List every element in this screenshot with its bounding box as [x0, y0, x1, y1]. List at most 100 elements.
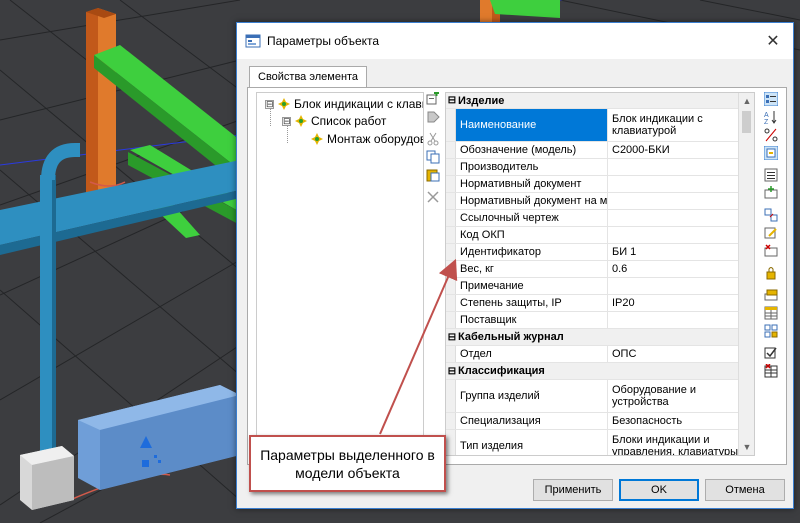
category-classification[interactable]: ⊟ Классификация — [446, 363, 740, 380]
property-pages-icon[interactable] — [764, 146, 778, 160]
scroll-up-icon[interactable]: ▲ — [739, 93, 754, 109]
close-icon: ✕ — [766, 33, 780, 50]
category-product[interactable]: ⊟ Изделие — [446, 93, 740, 109]
tree-item-device[interactable]: ⊟ Блок индикации с клавиатурой — [265, 95, 423, 113]
property-value[interactable]: ОПС — [608, 346, 740, 362]
element-tree[interactable]: ⊟ Блок индикации с клавиатурой ⊟ Список … — [256, 92, 424, 456]
property-name: Степень защиты, IP — [456, 295, 608, 311]
property-value[interactable]: БИ 1 — [608, 244, 740, 260]
property-name: Вес, кг — [456, 261, 608, 277]
property-value[interactable] — [608, 210, 740, 226]
property-name: Обозначение (модель) — [456, 142, 608, 158]
category-cable-journal[interactable]: ⊟ Кабельный журнал — [446, 329, 740, 346]
property-value[interactable] — [608, 312, 740, 328]
tab-element-properties[interactable]: Свойства элемента — [249, 66, 368, 88]
property-row[interactable]: Вес, кг 0.6 — [446, 261, 740, 278]
property-value[interactable] — [608, 159, 740, 175]
percent-icon[interactable] — [764, 128, 778, 142]
property-row[interactable]: Код ОКП — [446, 227, 740, 244]
tree-item-work-list[interactable]: ⊟ Список работ — [282, 112, 386, 130]
grid-view-icon[interactable] — [764, 324, 778, 338]
property-toolbar: AZ — [761, 92, 781, 456]
list-icon[interactable] — [764, 168, 778, 182]
property-row[interactable]: Отдел ОПС — [446, 346, 740, 363]
cancel-button[interactable]: Отмена — [705, 479, 785, 501]
property-name: Тип изделия — [456, 430, 608, 455]
property-value[interactable] — [608, 227, 740, 243]
property-row[interactable]: Идентификатор БИ 1 — [446, 244, 740, 261]
property-row[interactable]: Специализация Безопасность — [446, 413, 740, 430]
tree-toolbar — [424, 92, 442, 456]
property-value[interactable]: С2000-БКИ — [608, 142, 740, 158]
tree-item-installation[interactable]: Монтаж оборудования — [311, 130, 423, 148]
callout-box: Параметры выделенного в модели объекта — [249, 435, 446, 492]
property-row[interactable]: Степень защиты, IP IP20 — [446, 295, 740, 312]
property-name: Примечание — [456, 278, 608, 294]
property-row[interactable]: Наименование Блок индикации с клавиатуро… — [446, 109, 740, 142]
add-row-icon[interactable] — [764, 186, 778, 200]
property-grid[interactable]: ⊟ Изделие Наименование Блок индикации с … — [445, 92, 755, 456]
collapse-icon[interactable]: ⊟ — [446, 366, 458, 377]
ok-button[interactable]: OK — [619, 479, 699, 501]
property-value[interactable] — [608, 193, 740, 209]
svg-text:Z: Z — [764, 119, 769, 124]
property-row[interactable]: Ссылочный чертеж — [446, 210, 740, 227]
property-row[interactable]: Группа изделий Оборудование и устройства — [446, 380, 740, 413]
property-row[interactable]: Поставщик — [446, 312, 740, 329]
delete-icon[interactable] — [426, 190, 440, 204]
scrollbar-thumb[interactable] — [742, 111, 751, 133]
property-row[interactable]: Обозначение (модель) С2000-БКИ — [446, 142, 740, 159]
property-value[interactable]: IP20 — [608, 295, 740, 311]
collapse-icon[interactable]: ⊟ — [446, 332, 458, 343]
property-value[interactable] — [608, 278, 740, 294]
property-name: Ссылочный чертеж — [456, 210, 608, 226]
category-label: Изделие — [458, 94, 505, 107]
dialog-titlebar[interactable]: Параметры объекта ✕ — [237, 23, 793, 59]
tag-icon[interactable] — [426, 110, 440, 124]
property-value[interactable]: Безопасность — [608, 413, 740, 429]
property-name: Код ОКП — [456, 227, 608, 243]
check-edit-icon[interactable] — [764, 346, 778, 360]
property-value-input[interactable]: Блок индикации с клавиатурой — [608, 109, 740, 141]
add-node-icon[interactable] — [426, 92, 440, 106]
property-value[interactable]: Блоки индикации и управления, клавиатуры — [608, 430, 740, 455]
collapse-icon[interactable]: ⊟ — [446, 95, 458, 106]
property-value[interactable]: Оборудование и устройства — [608, 380, 740, 412]
property-grid-scrollbar[interactable]: ▲ ▼ — [738, 93, 754, 455]
tree-item-label: Список работ — [311, 114, 387, 128]
paste-icon[interactable] — [426, 168, 440, 182]
table-icon[interactable] — [764, 306, 778, 320]
collapse-icon[interactable]: ⊟ — [282, 116, 291, 126]
layers-icon[interactable] — [764, 288, 778, 302]
scroll-down-icon[interactable]: ▼ — [739, 439, 754, 455]
svg-text:A: A — [764, 112, 769, 119]
collapse-icon[interactable]: ⊟ — [265, 99, 274, 109]
categorized-view-icon[interactable] — [764, 92, 778, 106]
property-row[interactable]: Нормативный документ — [446, 176, 740, 193]
category-label: Кабельный журнал — [458, 331, 564, 343]
close-button[interactable]: ✕ — [753, 23, 793, 59]
property-row[interactable]: Тип изделия Блоки индикации и управления… — [446, 430, 740, 455]
move-icon[interactable] — [764, 208, 778, 222]
window-icon — [245, 34, 261, 48]
property-value[interactable]: 0.6 — [608, 261, 740, 277]
lock-icon[interactable] — [764, 266, 778, 280]
property-row[interactable]: Нормативный документ на м... — [446, 193, 740, 210]
property-name: Идентификатор — [456, 244, 608, 260]
remove-row-icon[interactable] — [764, 244, 778, 258]
delete-table-icon[interactable] — [764, 364, 778, 378]
property-value[interactable] — [608, 176, 740, 192]
cut-icon[interactable] — [426, 132, 440, 146]
property-name: Группа изделий — [456, 380, 608, 412]
property-row[interactable]: Производитель — [446, 159, 740, 176]
element-node-icon — [278, 98, 290, 110]
dialog-title: Параметры объекта — [267, 34, 380, 48]
apply-button[interactable]: Применить — [533, 479, 613, 501]
property-name: Нормативный документ — [456, 176, 608, 192]
edit-icon[interactable] — [764, 226, 778, 240]
work-list-icon — [295, 115, 307, 127]
property-row[interactable]: Примечание — [446, 278, 740, 295]
copy-icon[interactable] — [426, 150, 440, 164]
sort-alphabetical-icon[interactable]: AZ — [764, 110, 778, 124]
tab-page: ⊟ Блок индикации с клавиатурой ⊟ Список … — [247, 87, 787, 465]
